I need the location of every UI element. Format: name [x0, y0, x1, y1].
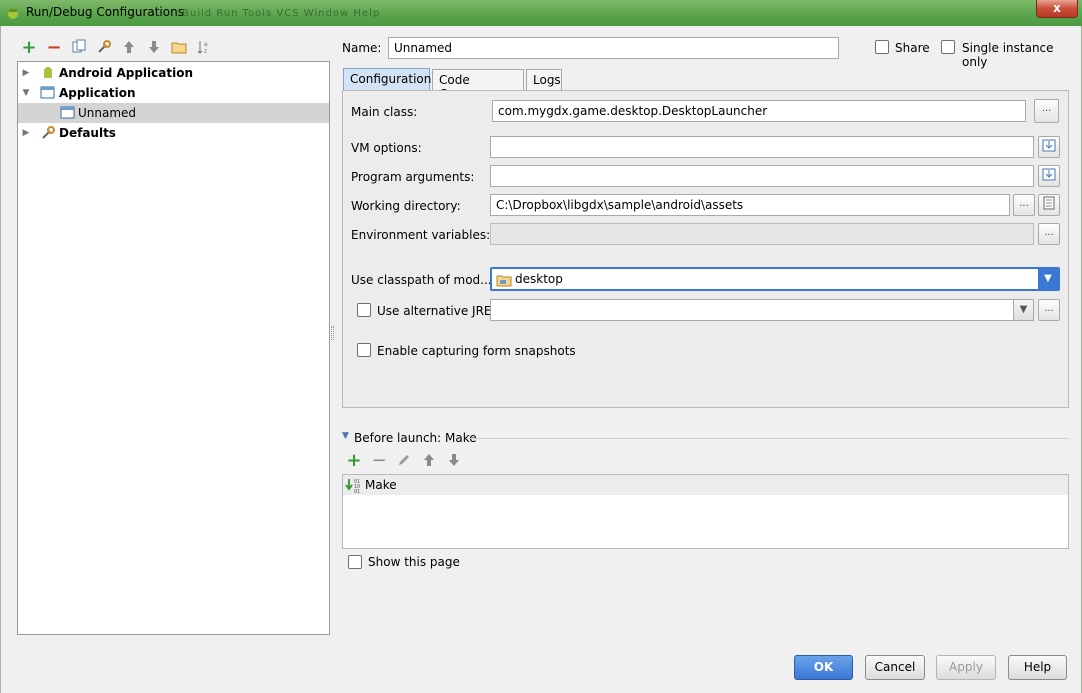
working-directory-field[interactable]: C:\Dropbox\libgdx\sample\android\assets: [490, 194, 1010, 216]
app-logo-icon: [8, 9, 18, 19]
classpath-module-label: Use classpath of mod...: [351, 273, 492, 287]
tab-code-coverage[interactable]: Code Coverage: [432, 69, 524, 101]
tab-configuration[interactable]: Configuration: [343, 68, 431, 90]
title-bar: Run/Debug Configurations Build Run Tools…: [0, 0, 1082, 26]
chevron-down-icon[interactable]: ▼: [1038, 269, 1058, 289]
main-class-browse-button[interactable]: ...: [1034, 99, 1059, 123]
share-checkbox[interactable]: [875, 40, 889, 54]
configurations-tree[interactable]: ▶ Android Application ▼ Application Unna…: [17, 61, 330, 635]
alternative-jre-field[interactable]: [490, 299, 1034, 321]
svg-text:z: z: [204, 48, 207, 55]
edit-defaults-icon[interactable]: [95, 39, 113, 57]
move-down-icon[interactable]: [145, 39, 163, 57]
apply-button[interactable]: Apply: [936, 655, 996, 680]
working-directory-label: Working directory:: [351, 199, 461, 213]
tree-item-label: Application: [59, 86, 136, 100]
svg-text:01: 01: [354, 489, 360, 493]
android-icon: [44, 67, 52, 78]
cancel-button[interactable]: Cancel: [865, 655, 925, 680]
share-label: Share: [895, 41, 930, 55]
single-instance-label: Single instance only: [962, 41, 1054, 69]
application-icon: [60, 106, 75, 119]
tree-item-android-application[interactable]: ▶ Android Application: [18, 63, 329, 83]
program-arguments-label: Program arguments:: [351, 170, 475, 184]
program-arguments-field[interactable]: [490, 165, 1034, 187]
environment-variables-label: Environment variables:: [351, 228, 491, 242]
alternative-jre-browse-button[interactable]: ...: [1038, 299, 1060, 321]
expand-arrow-icon[interactable]: ▶: [21, 123, 31, 143]
copy-icon[interactable]: [70, 39, 88, 57]
section-divider: [466, 438, 1069, 439]
classpath-module-value: desktop: [515, 272, 563, 286]
add-icon[interactable]: +: [20, 39, 38, 57]
tree-item-unnamed[interactable]: Unnamed: [18, 103, 329, 123]
environment-variables-field[interactable]: [490, 223, 1034, 245]
ok-button[interactable]: OK: [794, 655, 853, 680]
move-up-icon[interactable]: [420, 452, 438, 470]
collapse-arrow-icon[interactable]: ▼: [21, 83, 31, 103]
application-icon: [40, 86, 55, 99]
blurred-menu: Build Run Tools VCS Window Help: [182, 8, 381, 19]
show-page-label: Show this page: [368, 555, 460, 569]
form-snapshots-label: Enable capturing form snapshots: [377, 344, 576, 358]
list-item-label: Make: [365, 478, 397, 492]
alternative-jre-checkbox[interactable]: [357, 303, 371, 317]
folder-icon[interactable]: [170, 39, 188, 57]
before-launch-title: Before launch: Make: [354, 431, 477, 445]
make-icon: 01 10 01: [345, 479, 360, 493]
remove-icon[interactable]: −: [370, 452, 388, 470]
document-icon: [1043, 196, 1055, 210]
alternative-jre-label: Use alternative JRE:: [377, 304, 496, 318]
tree-item-label: Defaults: [59, 126, 116, 140]
tree-item-application[interactable]: ▼ Application: [18, 83, 329, 103]
svg-text:a: a: [204, 41, 208, 48]
main-class-label: Main class:: [351, 105, 418, 119]
list-item[interactable]: 01 10 01 Make: [343, 475, 1068, 495]
name-field[interactable]: Unnamed: [388, 37, 839, 59]
add-icon[interactable]: +: [345, 452, 363, 470]
module-folder-icon: [496, 275, 512, 287]
tab-logs[interactable]: Logs: [526, 69, 562, 91]
form-snapshots-checkbox[interactable]: [357, 343, 371, 357]
vm-options-label: VM options:: [351, 141, 422, 155]
expand-editor-icon: [1042, 139, 1056, 152]
chevron-down-icon[interactable]: ▼: [1013, 299, 1034, 321]
move-up-icon[interactable]: [120, 39, 138, 57]
program-arguments-expand-button[interactable]: [1038, 165, 1060, 187]
tree-item-defaults[interactable]: ▶ Defaults: [18, 123, 329, 143]
wrench-icon: [42, 126, 55, 139]
move-down-icon[interactable]: [445, 452, 463, 470]
working-directory-macro-button[interactable]: [1038, 194, 1060, 216]
help-button[interactable]: Help: [1008, 655, 1067, 680]
main-class-field[interactable]: com.mygdx.game.desktop.DesktopLauncher: [492, 100, 1026, 122]
vm-options-field[interactable]: [490, 136, 1034, 158]
collapse-triangle-icon[interactable]: ▼: [342, 431, 349, 441]
window-title: Run/Debug Configurations: [26, 5, 184, 19]
show-page-checkbox[interactable]: [348, 555, 362, 569]
environment-variables-button[interactable]: ...: [1038, 223, 1060, 245]
pencil-icon[interactable]: [395, 452, 413, 470]
working-directory-browse-button[interactable]: ...: [1013, 194, 1035, 216]
remove-icon[interactable]: −: [45, 39, 63, 57]
expand-arrow-icon[interactable]: ▶: [21, 63, 31, 83]
sort-icon[interactable]: az: [195, 39, 213, 57]
close-button[interactable]: x: [1036, 0, 1078, 18]
tree-item-label: Unnamed: [78, 106, 137, 120]
single-instance-checkbox[interactable]: [941, 40, 955, 54]
splitter-handle[interactable]: [331, 326, 334, 340]
vm-options-expand-button[interactable]: [1038, 136, 1060, 158]
classpath-module-select[interactable]: desktop ▼: [490, 267, 1060, 291]
name-label: Name:: [342, 41, 382, 55]
before-launch-list[interactable]: 01 10 01 Make: [342, 474, 1069, 549]
expand-editor-icon: [1042, 168, 1056, 181]
tree-item-label: Android Application: [59, 66, 194, 80]
